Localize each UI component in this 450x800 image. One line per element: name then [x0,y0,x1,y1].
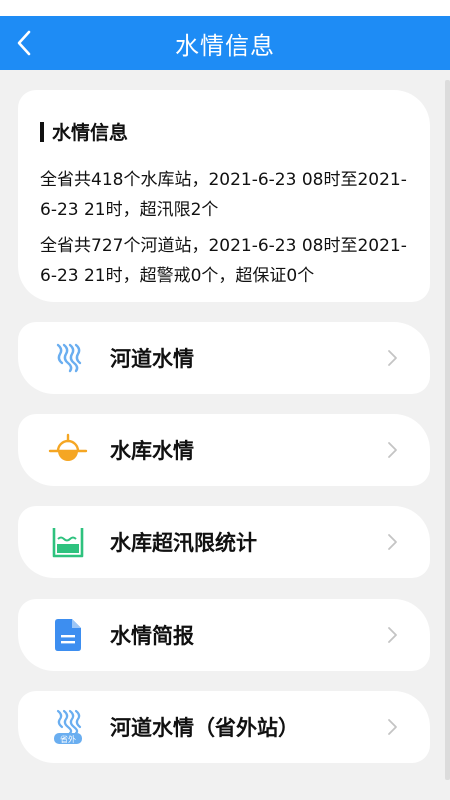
status-bar [0,0,450,16]
menu-label-water-report: 水情简报 [110,624,194,648]
scrollbar[interactable] [445,80,450,780]
menu-item-river[interactable]: 河道水情 [18,322,430,394]
heading-accent-bar [40,121,44,142]
river-waves-icon [48,338,88,378]
menu-item-reservoir[interactable]: 水库水情 [18,414,430,486]
water-info-card: 水情信息 全省共418个水库站，2021-6-23 08时至2021-6-23 … [18,90,430,302]
chevron-right-icon [388,442,397,458]
reservoir-flood-stats-icon [48,522,88,562]
menu-item-reservoir-flood-stats[interactable]: 水库超汛限统计 [18,506,430,578]
menu-item-water-report[interactable]: 水情简报 [18,599,430,671]
menu-label-out-of-province-river: 河道水情（省外站） [110,716,299,740]
reservoir-summary: 全省共418个水库站，2021-6-23 08时至2021-6-23 21时，超… [40,170,407,220]
back-button[interactable] [6,16,42,70]
menu-label-reservoir: 水库水情 [110,439,194,463]
chevron-right-icon [388,719,397,735]
out-of-province-river-icon: 省外 [48,707,88,747]
menu-item-out-of-province-river[interactable]: 省外 河道水情（省外站） [18,691,430,763]
menu-label-reservoir-flood-stats: 水库超汛限统计 [110,531,257,555]
chevron-right-icon [388,534,397,550]
page-title: 水情信息 [175,31,275,60]
document-icon [48,615,88,655]
out-of-province-badge: 省外 [60,734,76,744]
back-arrow-icon [17,30,31,56]
info-heading-text: 水情信息 [52,122,129,144]
chevron-right-icon [388,627,397,643]
chevron-right-icon [388,350,397,366]
menu-label-river: 河道水情 [110,347,194,371]
river-summary: 全省共727个河道站，2021-6-23 08时至2021-6-23 21时，超… [40,236,407,286]
app-bar: 水情信息 [0,16,450,70]
info-heading: 水情信息 [40,118,414,145]
reservoir-gauge-icon [48,430,88,470]
